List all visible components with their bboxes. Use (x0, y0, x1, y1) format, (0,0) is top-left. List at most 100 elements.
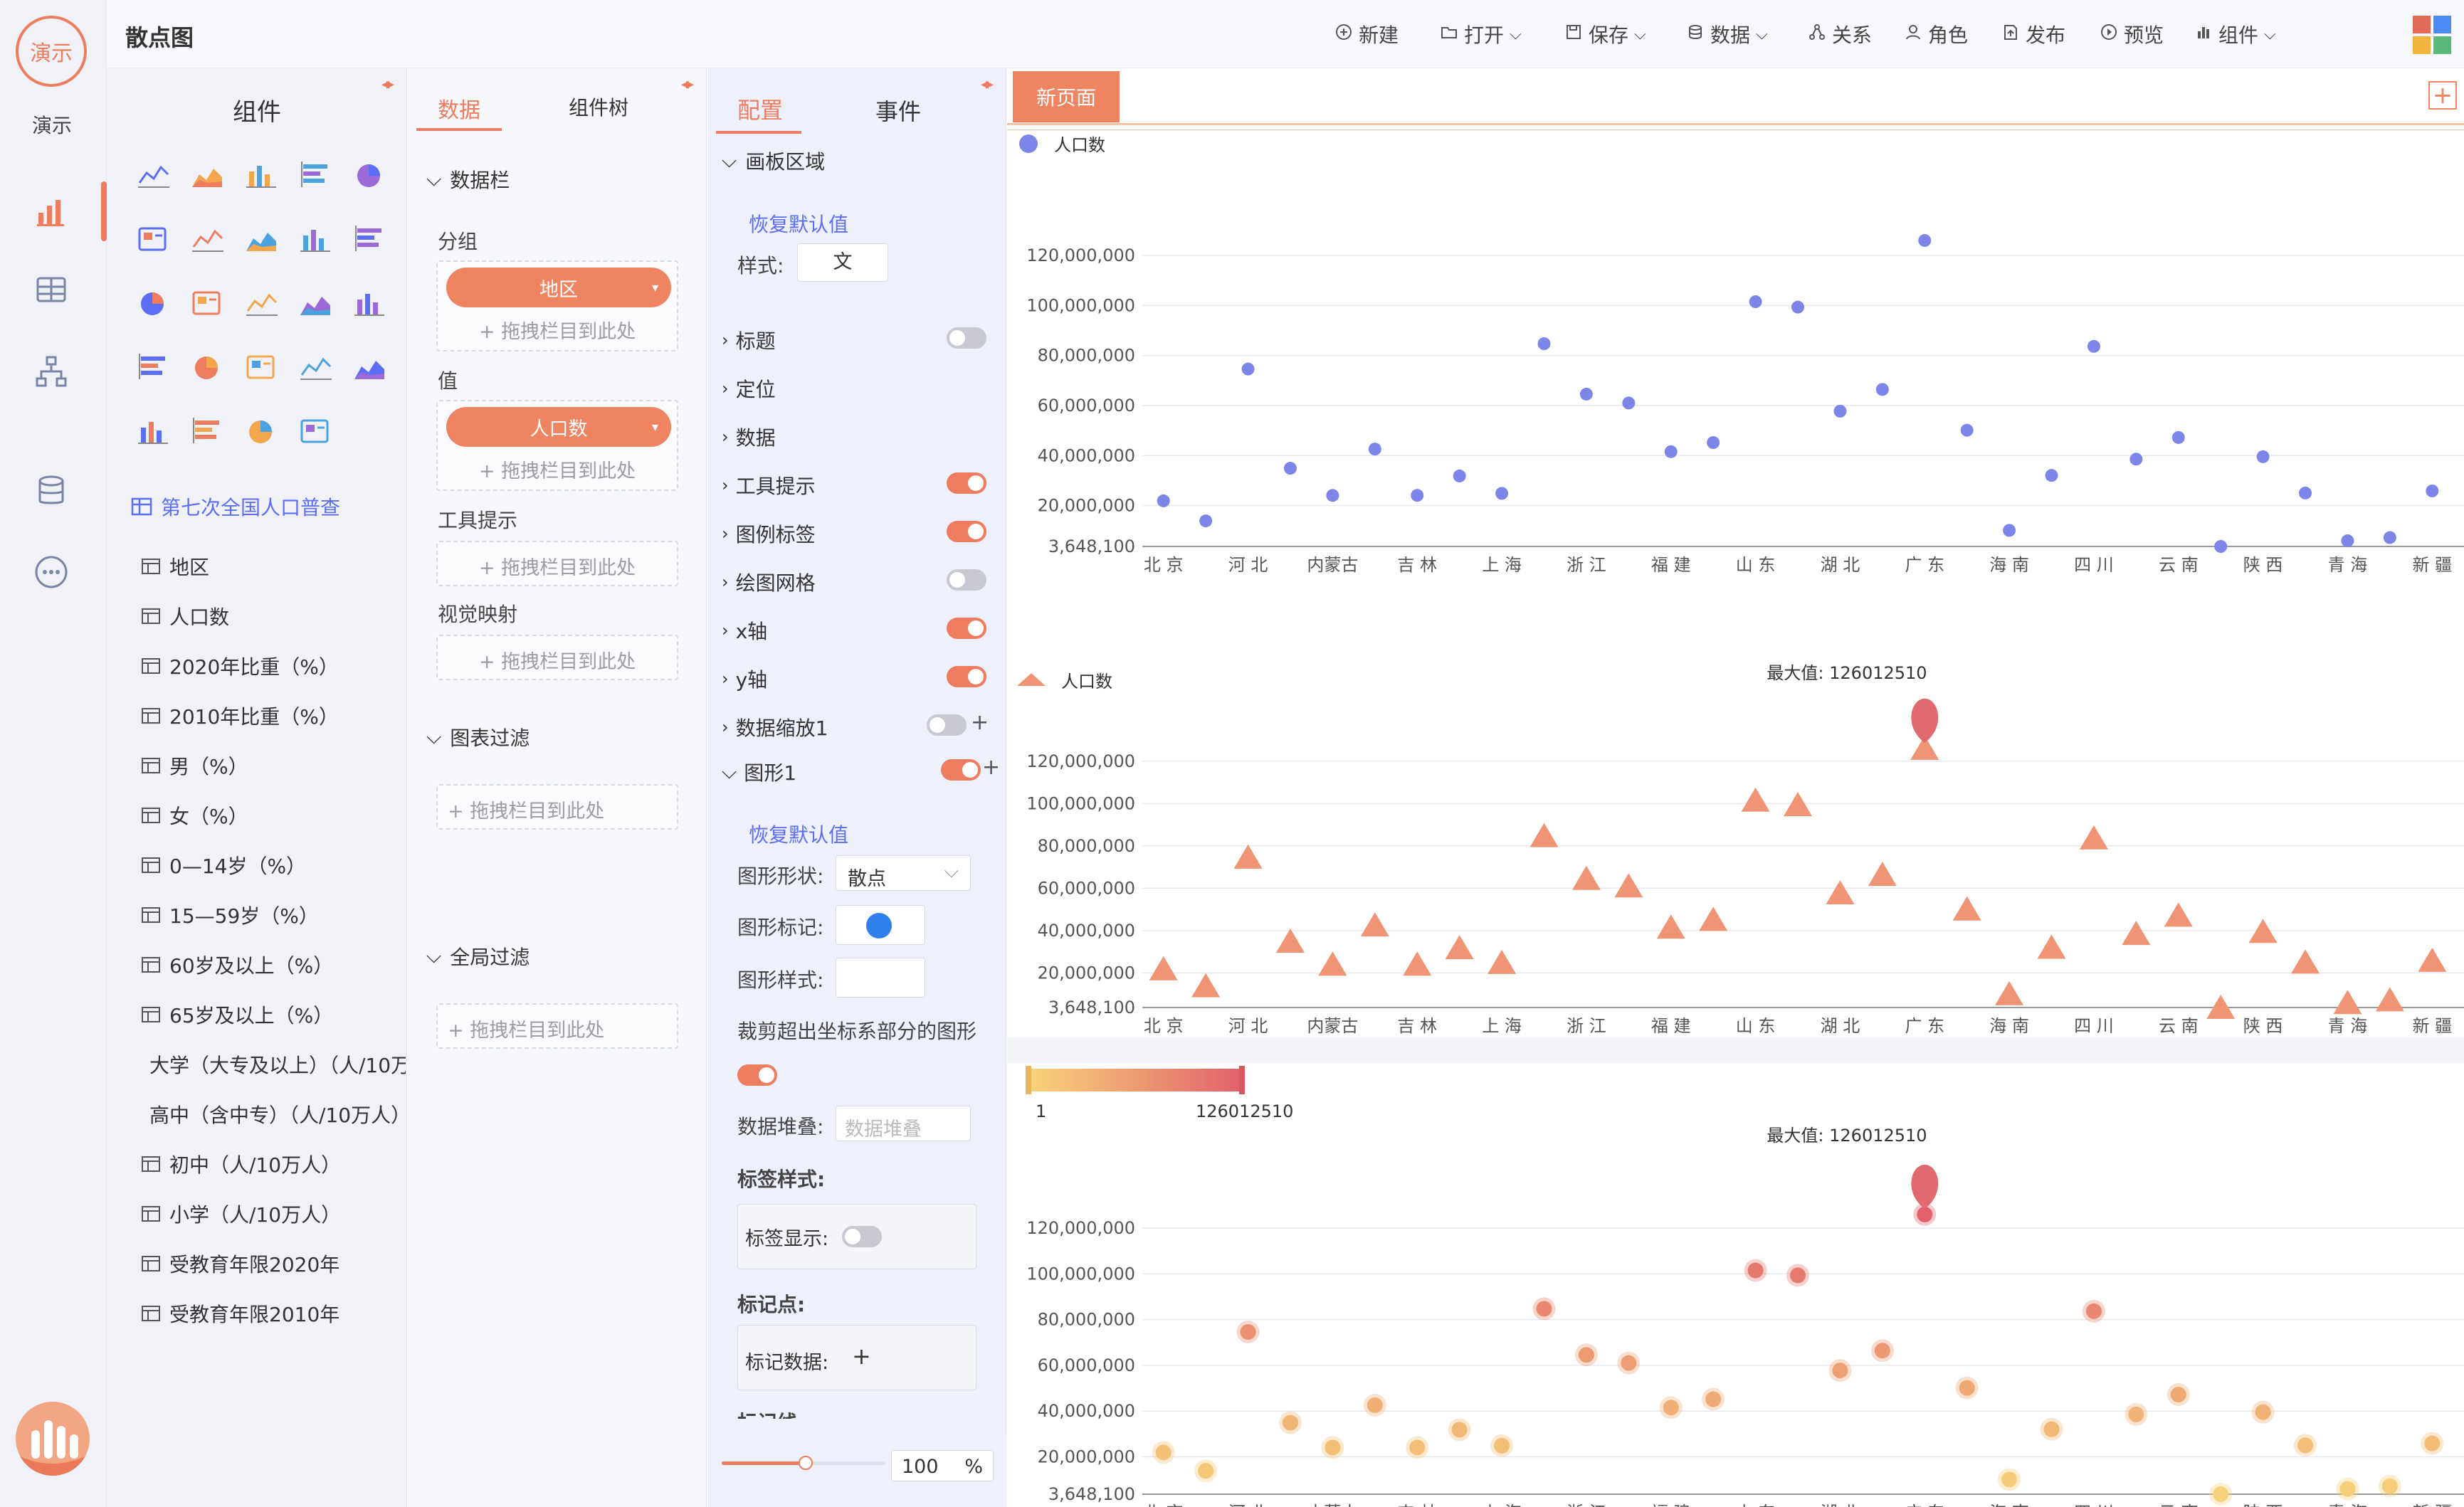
style-value-box[interactable]: 文 (797, 243, 888, 282)
config-row[interactable]: › y轴 (722, 662, 992, 692)
config-toggle[interactable] (947, 327, 986, 349)
global-filter-section[interactable]: ⌵ 全局过滤 (426, 942, 530, 971)
pill-dropdown-icon[interactable]: ▾ (652, 420, 658, 435)
config-toggle[interactable] (947, 666, 986, 687)
collapse-arrows-icon[interactable]: ◂▸ (681, 75, 694, 93)
zoom-slider-handle[interactable] (799, 1456, 813, 1470)
bar-chart-icon[interactable] (28, 189, 74, 234)
layout-grid-icon[interactable] (2413, 16, 2451, 54)
hierarchy-icon[interactable] (28, 349, 74, 394)
field-item[interactable]: 15—59岁（%） (141, 901, 406, 929)
database-icon[interactable] (28, 468, 74, 514)
china-map-icon[interactable] (342, 280, 396, 327)
toolbar-user-button[interactable]: 角色 (1904, 20, 1968, 48)
gauge-chart-icon[interactable] (342, 216, 396, 263)
shape-type-select[interactable]: 散点 ⌵ (836, 855, 971, 891)
funnel-chart-icon[interactable] (125, 280, 179, 327)
zoom-input[interactable]: 100 % (891, 1450, 994, 1481)
field-item[interactable]: 女（%） (141, 801, 406, 830)
field-item[interactable]: 2010年比重（%） (141, 702, 406, 730)
scatter-chart-3[interactable]: 1 126012510 最大值: 126012510 3,648,100 20,000,… (1007, 1063, 2464, 1507)
pill-dropdown-icon[interactable]: ▾ (652, 280, 658, 295)
candlestick-chart-icon[interactable] (179, 216, 233, 263)
config-row[interactable]: › 数据缩放1 + (722, 710, 992, 740)
shape-restore-link[interactable]: 恢复默认值 (749, 820, 848, 848)
group-pill[interactable]: 地区 ▾ (446, 268, 671, 307)
config-toggle[interactable] (947, 569, 986, 591)
page-tab[interactable]: 新页面 (1013, 71, 1120, 122)
field-item[interactable]: 男（%） (141, 751, 406, 780)
region-map-icon[interactable] (125, 344, 179, 391)
label-show-toggle[interactable] (842, 1226, 882, 1247)
field-item[interactable]: 受教育年限2020年 (141, 1249, 406, 1278)
field-item[interactable]: 人口数 (141, 602, 406, 630)
visual-map-dropzone[interactable]: + 拖拽栏目到此处 (436, 635, 678, 680)
mascot-avatar[interactable] (16, 1402, 90, 1476)
shape-section[interactable]: ⌵ 图形1 + (722, 755, 1000, 785)
field-item[interactable]: 2020年比重（%） (141, 652, 406, 680)
table-icon[interactable] (28, 267, 74, 312)
add-icon[interactable]: + (982, 755, 1000, 780)
config-row[interactable]: › 绘图网格 (722, 565, 992, 595)
zoom-slider-track[interactable] (807, 1461, 885, 1465)
config-row[interactable]: › 图例标签 (722, 517, 992, 546)
chart-filter-section[interactable]: ⌵ 图表过滤 (426, 723, 530, 751)
canvas-area-section[interactable]: ⌵ 画板区域 (722, 147, 825, 175)
config-toggle[interactable] (947, 472, 986, 494)
field-item[interactable]: 高中（含中专）（人/10万人） (141, 1100, 406, 1128)
global-filter-dropzone[interactable]: + 拖拽栏目到此处 (436, 1003, 678, 1049)
config-toggle[interactable] (947, 618, 986, 639)
toolbar-relation-button[interactable]: 关系 (1808, 20, 1872, 48)
table-grid-icon[interactable] (233, 280, 288, 327)
treemap-chart-icon[interactable] (288, 216, 342, 263)
config-toggle[interactable] (927, 714, 967, 736)
tooltip-dropzone[interactable]: + 拖拽栏目到此处 (436, 541, 678, 586)
line-chart-icon[interactable] (125, 152, 179, 199)
config-row[interactable]: › 标题 (722, 323, 992, 353)
scatter-chart-2[interactable]: 人口数 最大值: 126012510 3,648,100 20,000,000 40,0… (1007, 581, 2464, 1036)
toolbar-bar-chart-button[interactable]: 组件 ⌵ (2194, 20, 2276, 48)
bar-chart-icon[interactable] (233, 152, 288, 199)
layout-grid-icon[interactable] (179, 408, 233, 455)
group-dropzone[interactable]: 地区 ▾ + 拖拽栏目到此处 (436, 260, 678, 351)
banner-block-icon[interactable] (233, 408, 288, 455)
config-row[interactable]: › 定位 (722, 371, 992, 401)
chart-filter-dropzone[interactable]: + 拖拽栏目到此处 (436, 784, 678, 830)
tab-events[interactable]: 事件 (875, 94, 921, 127)
toolbar-plus-circle-button[interactable]: 新建 (1334, 20, 1399, 48)
collapse-arrows-icon[interactable]: ◂▸ (981, 75, 994, 93)
split-panel-icon[interactable] (288, 408, 342, 455)
toolbar-folder-button[interactable]: 打开 ⌵ (1440, 20, 1522, 48)
config-row[interactable]: › 工具提示 (722, 468, 992, 498)
tab-data[interactable]: 数据 (438, 92, 480, 124)
scatter-map-icon[interactable] (179, 344, 233, 391)
add-icon[interactable]: + (852, 1343, 871, 1370)
toolbar-database-button[interactable]: 数据 ⌵ (1686, 20, 1768, 48)
field-item[interactable]: 初中（人/10万人） (141, 1150, 406, 1178)
value-dropzone[interactable]: 人口数 ▾ + 拖拽栏目到此处 (436, 400, 678, 491)
config-row[interactable]: › x轴 (722, 613, 992, 643)
more-icon[interactable] (28, 549, 74, 595)
radar-chart-icon[interactable] (179, 280, 233, 327)
area-chart-icon[interactable] (179, 152, 233, 199)
clamp-tool-icon[interactable] (342, 344, 396, 391)
stack-input[interactable]: 数据堆叠 (836, 1106, 971, 1141)
collapse-arrows-icon[interactable]: ◂▸ (381, 75, 394, 93)
shape-mark-color-picker[interactable] (836, 905, 925, 945)
map-chart-icon[interactable] (288, 280, 342, 327)
add-page-button[interactable]: + (2428, 81, 2457, 110)
field-item[interactable]: 受教育年限2010年 (141, 1299, 406, 1328)
field-item[interactable]: 小学（人/10万人） (141, 1200, 406, 1228)
dataset-title[interactable]: 第七次全国人口普查 (131, 492, 340, 521)
horizontal-bar-chart-icon[interactable] (288, 152, 342, 199)
value-pill[interactable]: 人口数 ▾ (446, 407, 671, 447)
tab-config[interactable]: 配置 (737, 92, 783, 125)
config-toggle[interactable] (947, 521, 986, 542)
field-item[interactable]: 大学（大专及以上）（人/10万人） (141, 1050, 406, 1079)
3d-pie-chart-icon[interactable] (342, 152, 396, 199)
field-item[interactable]: 0—14岁（%） (141, 851, 406, 879)
field-item[interactable]: 地区 (141, 552, 406, 581)
waterfall-chart-icon[interactable] (233, 216, 288, 263)
app-logo[interactable]: 演示 (16, 16, 87, 87)
html-code-icon[interactable] (125, 408, 179, 455)
